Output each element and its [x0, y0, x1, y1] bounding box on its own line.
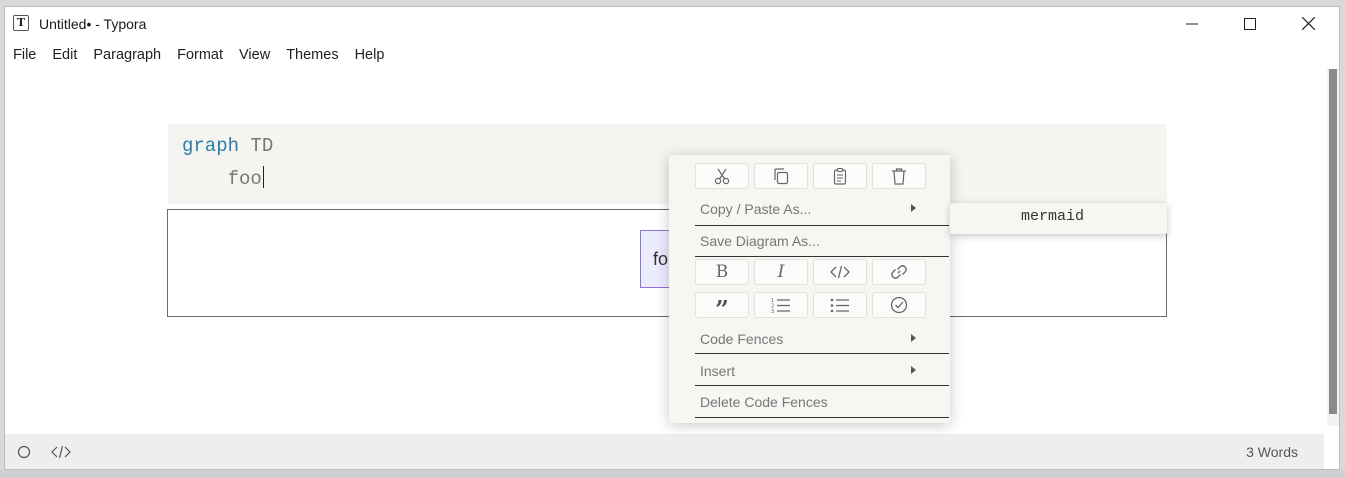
- copy-button[interactable]: [754, 163, 808, 189]
- bold-icon: B: [715, 262, 729, 282]
- delete-code-fences-label: Delete Code Fences: [700, 394, 828, 410]
- submenu-item-mermaid[interactable]: mermaid: [1021, 208, 1084, 225]
- code-keyword: graph: [182, 135, 240, 157]
- menu-view[interactable]: View: [231, 45, 278, 69]
- status-bar: 3 Words: [5, 434, 1324, 469]
- menu-separator: [695, 225, 949, 226]
- code-icon: [51, 445, 71, 459]
- delete-code-fences-item[interactable]: Delete Code Fences: [700, 394, 930, 410]
- copy-paste-as-submenu: mermaid: [950, 203, 1167, 234]
- maximize-button[interactable]: [1221, 7, 1279, 40]
- copy-icon: [774, 168, 789, 185]
- paste-icon: [833, 167, 847, 185]
- menu-separator: [695, 417, 949, 418]
- desktop-taskbar-strip: [0, 470, 1345, 478]
- code-fence-editor[interactable]: graph TD foo: [168, 124, 1167, 204]
- code-fences-item[interactable]: Code Fences: [700, 331, 930, 347]
- code-line-1: graph TD: [182, 135, 273, 157]
- menu-separator: [695, 353, 949, 354]
- menu-file[interactable]: File: [5, 45, 44, 69]
- scrollbar-thumb[interactable]: [1329, 69, 1337, 414]
- submenu-arrow-icon: [911, 366, 916, 374]
- ordered-list-button[interactable]: 123: [754, 292, 808, 318]
- typora-app-icon: T: [13, 15, 29, 31]
- minimize-button[interactable]: [1163, 7, 1221, 40]
- inline-code-button[interactable]: [813, 259, 867, 285]
- context-menu: Copy / Paste As... Save Diagram As... B …: [669, 155, 950, 423]
- quote-button[interactable]: ”: [695, 292, 749, 324]
- maximize-icon: [1244, 17, 1256, 30]
- menu-bar: File Edit Paragraph Format View Themes H…: [5, 45, 392, 69]
- menu-paragraph[interactable]: Paragraph: [85, 45, 169, 69]
- submenu-arrow-icon: [911, 204, 916, 212]
- task-list-button[interactable]: [872, 292, 926, 318]
- circle-icon: [17, 445, 31, 459]
- paste-button[interactable]: [813, 163, 867, 189]
- copy-paste-as-label: Copy / Paste As...: [700, 201, 812, 217]
- code-fences-label: Code Fences: [700, 331, 784, 347]
- menu-edit[interactable]: Edit: [44, 45, 85, 69]
- bold-button[interactable]: B: [695, 259, 749, 285]
- text-cursor: [262, 166, 265, 188]
- title-bar: T Untitled• - Typora: [5, 7, 1339, 40]
- format-icon-row: B I: [695, 259, 926, 285]
- quote-icon: ”: [715, 295, 729, 324]
- insert-label: Insert: [700, 363, 736, 379]
- menu-separator: [695, 256, 949, 257]
- cut-button[interactable]: [695, 163, 749, 189]
- window-title: Untitled• - Typora: [39, 16, 147, 32]
- minimize-icon: [1186, 23, 1198, 24]
- code-icon: [830, 265, 850, 279]
- clipboard-icon-row: [695, 163, 926, 189]
- delete-button[interactable]: [872, 163, 926, 189]
- cut-icon: [714, 168, 730, 185]
- save-diagram-as-item[interactable]: Save Diagram As...: [700, 233, 930, 249]
- delete-icon: [892, 168, 906, 185]
- outline-toggle-button[interactable]: [14, 443, 34, 461]
- source-mode-button[interactable]: [51, 443, 71, 461]
- code-direction: TD: [250, 135, 274, 157]
- link-icon: [891, 265, 907, 279]
- insert-item[interactable]: Insert: [700, 363, 930, 379]
- menu-separator: [695, 385, 949, 386]
- close-button[interactable]: [1279, 7, 1337, 40]
- menu-help[interactable]: Help: [347, 45, 393, 69]
- vertical-scrollbar[interactable]: [1327, 69, 1339, 426]
- bullet-list-icon: [830, 298, 849, 313]
- ordered-list-icon: 123: [771, 298, 790, 313]
- task-list-icon: [890, 296, 908, 314]
- copy-paste-as-item[interactable]: Copy / Paste As...: [700, 201, 930, 217]
- code-line-2-text: foo: [182, 168, 262, 190]
- close-icon: [1301, 17, 1315, 30]
- link-button[interactable]: [872, 259, 926, 285]
- submenu-arrow-icon: [911, 334, 916, 342]
- save-diagram-as-label: Save Diagram As...: [700, 233, 820, 249]
- italic-button[interactable]: I: [754, 259, 808, 285]
- word-count[interactable]: 3 Words: [1246, 444, 1298, 460]
- menu-format[interactable]: Format: [169, 45, 231, 69]
- menu-themes[interactable]: Themes: [278, 45, 346, 69]
- svg-text:3: 3: [771, 309, 774, 313]
- block-icon-row: ” 123: [695, 292, 926, 324]
- code-line-2: foo: [182, 166, 265, 190]
- italic-icon: I: [777, 262, 785, 282]
- bullet-list-button[interactable]: [813, 292, 867, 318]
